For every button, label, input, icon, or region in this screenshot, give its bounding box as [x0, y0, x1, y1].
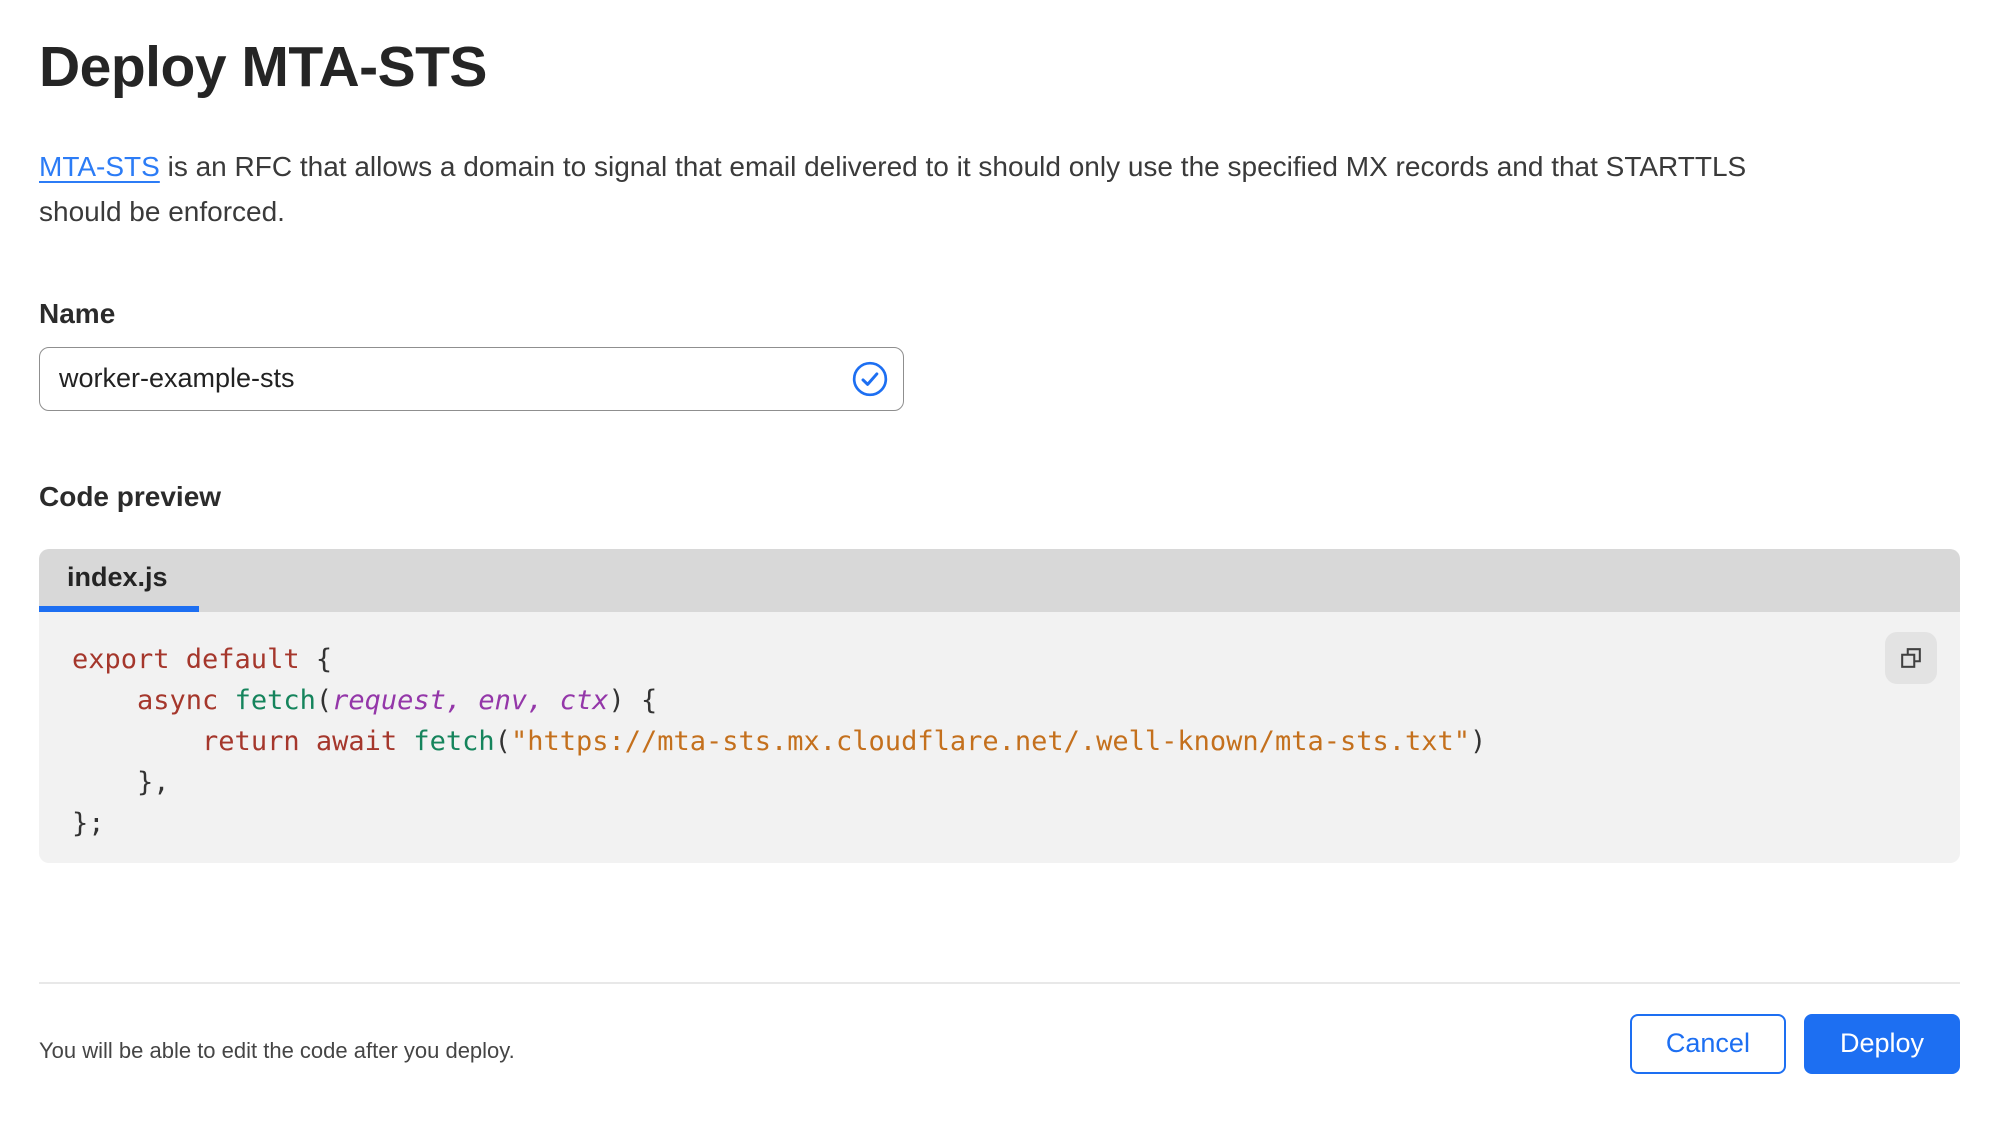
mta-sts-link[interactable]: MTA-STS: [39, 151, 160, 182]
code-tabbar: index.js: [39, 548, 1960, 612]
code-line: return await fetch("https://mta-sts.mx.c…: [202, 725, 1487, 757]
divider: [39, 981, 1960, 984]
copy-button[interactable]: [1885, 631, 1937, 684]
cancel-button[interactable]: Cancel: [1629, 1013, 1786, 1074]
description: MTA-STS is an RFC that allows a domain t…: [39, 144, 1959, 234]
name-label: Name: [39, 297, 116, 329]
deploy-mta-sts-page: Deploy MTA-STS MTA-STS is an RFC that al…: [0, 35, 1999, 1074]
code-card: index.js export default { async fetch(re…: [39, 548, 1960, 863]
description-line2: should be enforced.: [39, 195, 285, 227]
footer: You will be able to edit the code after …: [39, 1013, 1960, 1074]
footer-note: You will be able to edit the code after …: [39, 1037, 515, 1063]
description-line1: is an RFC that allows a domain to signal…: [159, 150, 1747, 182]
code-line: async fetch(request, env, ctx) {: [137, 684, 658, 716]
code-line: },: [72, 766, 170, 798]
code-body: export default { async fetch(request, en…: [39, 611, 1960, 863]
code-content: export default { async fetch(request, en…: [72, 639, 1960, 844]
deploy-button[interactable]: Deploy: [1803, 1013, 1960, 1074]
code-line: export default {: [72, 643, 333, 675]
copy-icon: [1898, 645, 1924, 671]
name-input[interactable]: [39, 346, 904, 411]
page-title: Deploy MTA-STS: [39, 35, 487, 99]
name-input-wrap: [39, 346, 904, 411]
code-preview-label: Code preview: [39, 480, 222, 512]
footer-actions: Cancel Deploy: [1629, 1013, 1960, 1074]
tab-label: index.js: [67, 561, 168, 592]
check-circle-icon: [851, 360, 889, 398]
code-line: };: [72, 807, 105, 839]
tab-index-js[interactable]: index.js: [39, 549, 199, 612]
